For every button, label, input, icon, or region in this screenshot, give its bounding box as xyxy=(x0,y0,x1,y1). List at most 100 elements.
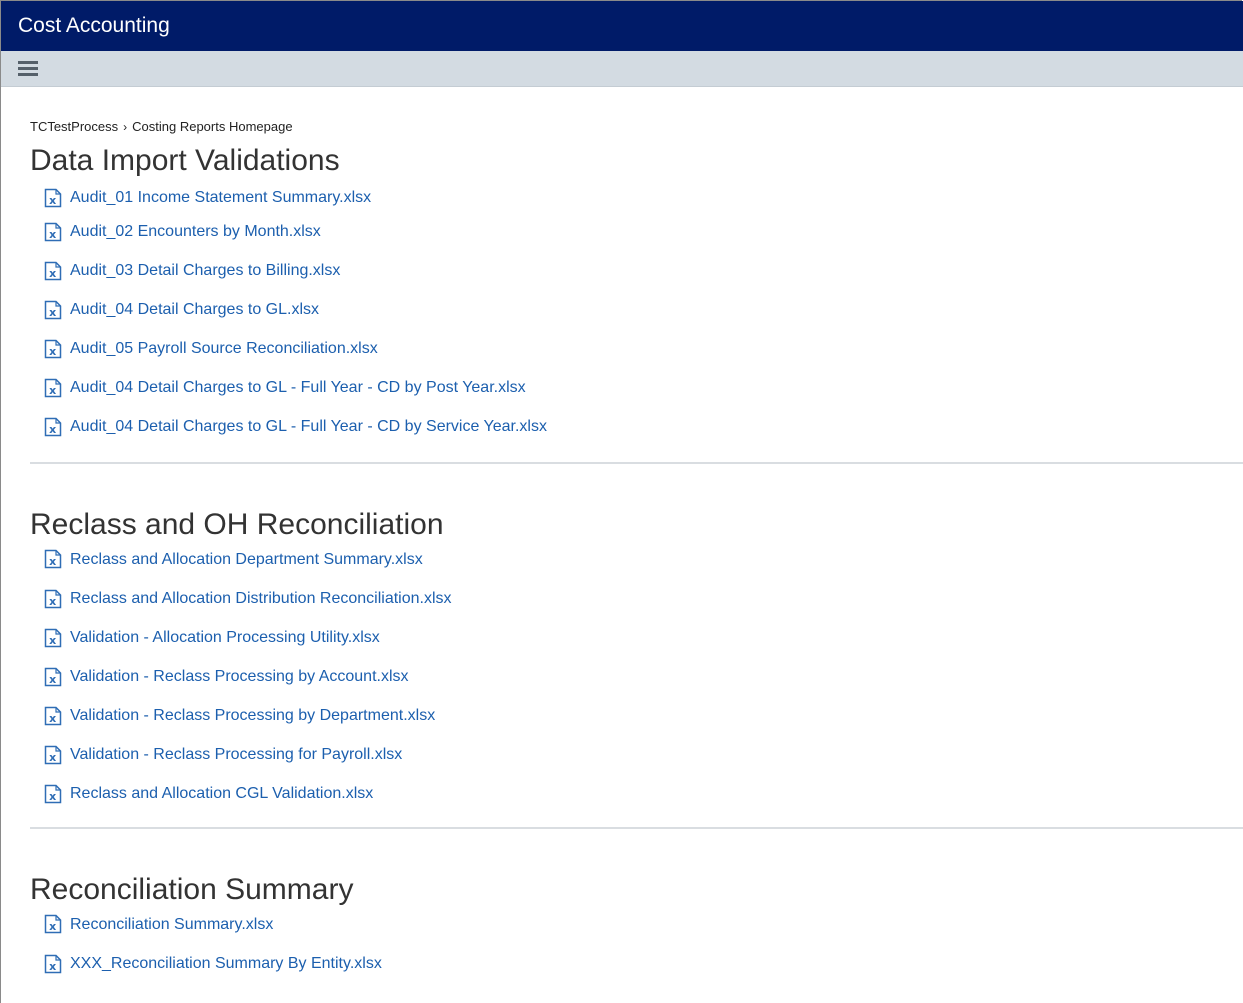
svg-text:x: x xyxy=(49,555,56,568)
svg-text:x: x xyxy=(49,790,56,803)
svg-text:x: x xyxy=(49,194,56,207)
app-title-bar: Cost Accounting xyxy=(1,1,1243,51)
file-name: Audit_01 Income Statement Summary.xlsx xyxy=(70,189,372,206)
excel-file-icon: x xyxy=(44,784,62,803)
file-name: Validation - Reclass Processing by Depar… xyxy=(70,707,436,724)
hamburger-menu-icon[interactable] xyxy=(18,61,38,77)
section-title: Reclass and OH Reconciliation xyxy=(30,508,444,541)
section-divider xyxy=(30,827,1243,829)
excel-file-icon: x xyxy=(44,378,62,397)
excel-file-icon: x xyxy=(44,300,62,319)
file-link[interactable]: x Reconciliation Summary.xlsx xyxy=(44,905,273,944)
list-item: x Validation - Reclass Processing by Acco… xyxy=(44,657,1243,696)
list-item: x Audit_02 Encounters by Month.xlsx xyxy=(44,212,1243,251)
excel-file-icon: x xyxy=(44,188,62,208)
svg-text:x: x xyxy=(49,712,56,725)
breadcrumb-current: Costing Reports Homepage xyxy=(132,119,293,134)
file-link[interactable]: x Audit_04 Detail Charges to GL.xlsx xyxy=(44,290,319,329)
excel-file-icon: x xyxy=(44,261,62,280)
file-link[interactable]: x Validation - Reclass Processing for Pay… xyxy=(44,735,402,774)
file-link[interactable]: x Audit_04 Detail Charges to GL - Full Ye… xyxy=(44,368,526,407)
excel-file-icon: x xyxy=(44,549,62,569)
file-link[interactable]: x XXX_Reconciliation Summary By Entity.xl… xyxy=(44,944,382,983)
file-list: x Reclass and Allocation Department Summa… xyxy=(30,539,1243,813)
list-item: x Audit_05 Payroll Source Reconciliation.… xyxy=(44,329,1243,368)
section-divider xyxy=(30,462,1243,464)
list-item: x Audit_03 Detail Charges to Billing.xlsx xyxy=(44,251,1243,290)
section-reconciliation-summary: Reconciliation Summary x Reconciliation S… xyxy=(30,873,1243,983)
file-list: x Audit_01 Income Statement Summary.xlsx … xyxy=(30,184,1243,446)
file-link[interactable]: x Reclass and Allocation CGL Validation.x… xyxy=(44,774,373,813)
excel-file-icon: x xyxy=(44,745,62,764)
file-name: Audit_05 Payroll Source Reconciliation.x… xyxy=(70,340,378,357)
list-item: x Reclass and Allocation CGL Validation.x… xyxy=(44,774,1243,813)
breadcrumb-root-link[interactable]: TCTestProcess xyxy=(30,119,118,134)
excel-file-icon: x xyxy=(44,954,62,973)
file-name: Validation - Allocation Processing Utili… xyxy=(70,629,380,646)
list-item: x XXX_Reconciliation Summary By Entity.xl… xyxy=(44,944,1243,983)
excel-file-icon: x xyxy=(44,667,62,686)
excel-file-icon: x xyxy=(44,706,62,725)
file-name: Audit_04 Detail Charges to GL - Full Yea… xyxy=(70,418,547,435)
list-item: x Validation - Allocation Processing Util… xyxy=(44,618,1243,657)
list-item: x Audit_04 Detail Charges to GL.xlsx xyxy=(44,290,1243,329)
file-name: Audit_04 Detail Charges to GL.xlsx xyxy=(70,301,320,318)
file-link[interactable]: x Audit_01 Income Statement Summary.xlsx xyxy=(44,184,371,212)
file-name: Reclass and Allocation Department Summar… xyxy=(70,550,423,568)
file-list: x Reconciliation Summary.xlsx x XXX_Reconc… xyxy=(30,904,1243,983)
breadcrumb: TCTestProcess › Costing Reports Homepage xyxy=(30,110,1243,144)
list-item: x Audit_04 Detail Charges to GL - Full Ye… xyxy=(44,368,1243,407)
svg-text:x: x xyxy=(49,960,56,973)
svg-text:x: x xyxy=(49,751,56,764)
file-link[interactable]: x Validation - Allocation Processing Util… xyxy=(44,618,380,657)
excel-file-icon: x xyxy=(44,222,62,241)
file-name: Audit_02 Encounters by Month.xlsx xyxy=(70,223,321,240)
file-link[interactable]: x Validation - Reclass Processing by Depa… xyxy=(44,696,435,735)
file-name: Validation - Reclass Processing for Payr… xyxy=(70,746,403,763)
file-link[interactable]: x Audit_05 Payroll Source Reconciliation.… xyxy=(44,329,378,368)
excel-file-icon: x xyxy=(44,914,62,934)
list-item: x Reconciliation Summary.xlsx xyxy=(44,904,1243,944)
list-item: x Reclass and Allocation Distribution Rec… xyxy=(44,579,1243,618)
file-name: Reclass and Allocation Distribution Reco… xyxy=(70,590,452,607)
svg-text:x: x xyxy=(49,384,56,397)
file-link[interactable]: x Reclass and Allocation Distribution Rec… xyxy=(44,579,452,618)
excel-file-icon: x xyxy=(44,628,62,647)
section-reclass-and-oh-reconciliation: Reclass and OH Reconciliation x Reclass a… xyxy=(30,508,1243,829)
file-link[interactable]: x Validation - Reclass Processing by Acco… xyxy=(44,657,409,696)
main-content: TCTestProcess › Costing Reports Homepage D… xyxy=(30,110,1243,983)
svg-text:x: x xyxy=(49,306,56,319)
section-data-import-validations: Data Import Validations x Audit_01 Income… xyxy=(30,144,1243,464)
file-name: Reclass and Allocation CGL Validation.xl… xyxy=(70,785,374,802)
svg-text:x: x xyxy=(49,228,56,241)
file-link[interactable]: x Audit_02 Encounters by Month.xlsx xyxy=(44,212,321,251)
section-title: Reconciliation Summary xyxy=(30,873,354,906)
section-title: Data Import Validations xyxy=(30,144,340,177)
app-title: Cost Accounting xyxy=(18,14,170,37)
excel-file-icon: x xyxy=(44,417,62,436)
svg-text:x: x xyxy=(49,920,56,933)
svg-text:x: x xyxy=(49,345,56,358)
excel-file-icon: x xyxy=(44,589,62,608)
list-item: x Validation - Reclass Processing by Depa… xyxy=(44,696,1243,735)
svg-text:x: x xyxy=(49,634,56,647)
file-link[interactable]: x Audit_03 Detail Charges to Billing.xlsx xyxy=(44,251,340,290)
svg-text:x: x xyxy=(49,423,56,436)
file-name: Validation - Reclass Processing by Accou… xyxy=(70,668,409,685)
toolbar xyxy=(1,51,1243,87)
file-name: Reconciliation Summary.xlsx xyxy=(70,915,274,933)
file-link[interactable]: x Audit_04 Detail Charges to GL - Full Ye… xyxy=(44,407,547,446)
breadcrumb-separator: › xyxy=(123,120,128,134)
file-name: Audit_04 Detail Charges to GL - Full Yea… xyxy=(70,379,526,396)
svg-text:x: x xyxy=(49,595,56,608)
excel-file-icon: x xyxy=(44,339,62,358)
list-item: x Audit_04 Detail Charges to GL - Full Ye… xyxy=(44,407,1243,446)
svg-text:x: x xyxy=(49,267,56,280)
file-name: Audit_03 Detail Charges to Billing.xlsx xyxy=(70,262,341,279)
svg-text:x: x xyxy=(49,673,56,686)
list-item: x Audit_01 Income Statement Summary.xlsx xyxy=(44,184,1243,212)
file-link[interactable]: x Reclass and Allocation Department Summa… xyxy=(44,540,423,579)
file-name: XXX_Reconciliation Summary By Entity.xls… xyxy=(70,955,382,972)
list-item: x Reclass and Allocation Department Summa… xyxy=(44,539,1243,579)
list-item: x Validation - Reclass Processing for Pay… xyxy=(44,735,1243,774)
